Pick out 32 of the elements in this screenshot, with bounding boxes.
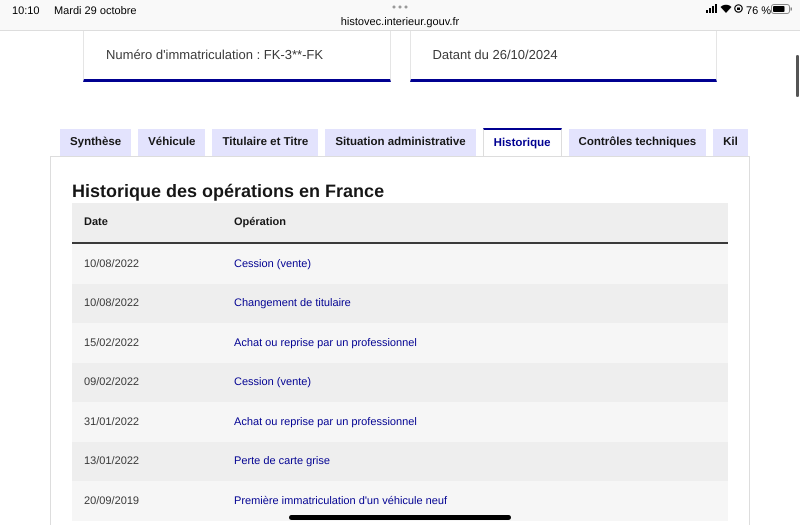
operation-cell-text: Perte de carte grise: [234, 454, 331, 469]
date-cell-text: 13/01/2022: [83, 454, 140, 469]
operation-cell-text: Cession (vente): [234, 256, 312, 272]
operation-cell-text: Première immatriculation d'un véhicule neuf: [234, 494, 448, 508]
rotation-lock-icon: [734, 4, 743, 13]
tab[interactable]: Kil: [713, 129, 748, 156]
date-cell-text: 09/02/2022: [83, 375, 140, 390]
date-cell-text: 31/01/2022: [83, 414, 140, 430]
wifi-icon: [720, 4, 732, 13]
tab[interactable]: Synthèse: [60, 129, 132, 156]
date-cell-text: 10/08/2022: [83, 256, 140, 272]
operation-cell-text: Cession (vente): [234, 375, 312, 390]
tab[interactable]: Titulaire et Titre: [212, 129, 318, 156]
tab[interactable]: Historique: [482, 128, 562, 156]
operation-cell-text: Achat ou reprise par un professionnel: [234, 336, 418, 350]
tab[interactable]: Contrôles techniques: [568, 129, 706, 156]
card-text: Datant du 26/10/2024: [432, 47, 558, 62]
column-header: Opération: [234, 215, 287, 230]
column-header: Date: [83, 215, 109, 230]
scroll-indicator: [796, 55, 799, 97]
tab[interactable]: Situation administrative: [325, 129, 476, 156]
tab[interactable]: Véhicule: [138, 129, 206, 156]
date-cell-text: 20/09/2019: [83, 494, 140, 508]
card-text: Numéro d'immatriculation : FK-3**-FK: [106, 47, 324, 62]
operation-cell-text: Changement de titulaire: [234, 296, 352, 311]
more-icon[interactable]: [392, 5, 408, 9]
date-cell-text: 10/08/2022: [83, 296, 140, 311]
date-cell-text: 15/02/2022: [83, 336, 140, 350]
section-title: Historique des opérations en France: [72, 181, 386, 201]
signal-icon: [706, 4, 718, 13]
operation-cell-text: Achat ou reprise par un professionnel: [234, 414, 418, 430]
battery-icon: [771, 4, 792, 14]
